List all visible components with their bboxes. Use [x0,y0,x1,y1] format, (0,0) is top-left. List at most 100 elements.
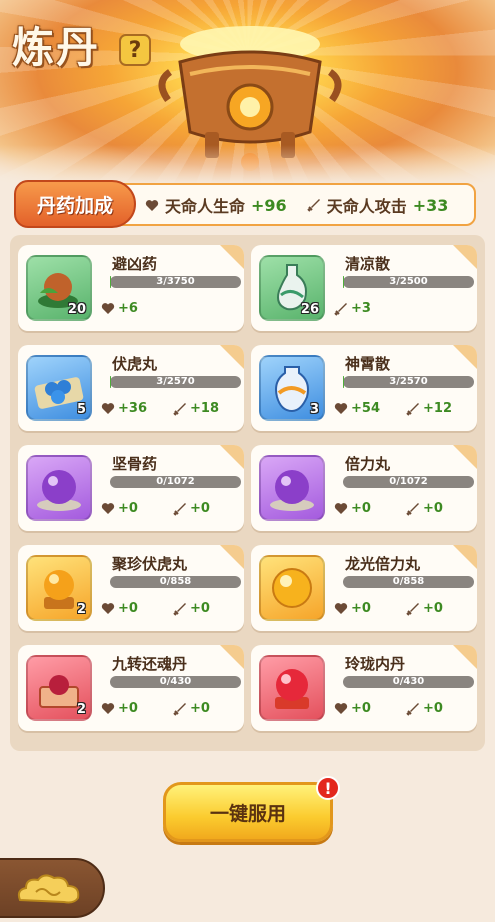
elixir-thumbnail: 20 [26,255,92,321]
hp-value: +0 [118,601,138,616]
sword-icon [406,702,419,716]
attack-value: +0 [190,701,210,716]
elixir-card[interactable]: 倍力丸 0/1072 +0 +0 [251,445,477,531]
elixir-card[interactable]: 坚骨药 0/1072 +0 +0 [18,445,244,531]
heart-icon [334,503,348,514]
elixir-card[interactable]: 26 清凉散 3/2500 +3 [251,245,477,331]
elixir-thumbnail: 5 [26,355,92,421]
hp-stat: +36 [101,401,147,416]
progress-text: 0/1072 [156,476,195,487]
progress-bar: 0/858 [343,576,474,588]
sword-icon [406,602,419,616]
elixir-thumbnail [259,455,325,521]
progress-bar: 0/1072 [343,476,474,488]
cloud-icon [17,874,80,904]
elixir-card[interactable]: 2 聚珍伏虎丸 0/858 +0 +0 [18,545,244,631]
elixir-name: 避凶药 [112,255,158,273]
elixir-name: 神霄散 [345,355,391,373]
progress-bar: 0/430 [110,676,241,688]
heart-icon [101,703,115,714]
elixir-stats: +0 +0 [334,501,474,519]
item-count: 2 [76,602,86,617]
elixir-stats: +6 [101,301,241,319]
cloud-menu-button[interactable] [0,858,105,918]
alert-badge: ! [316,776,340,800]
attack-stat: +0 [406,601,443,616]
elixir-stats: +0 +0 [334,601,474,619]
elixir-thumbnail: 3 [259,355,325,421]
sword-icon [173,502,186,516]
sword-icon [173,402,186,416]
page-title: 炼丹 [12,23,101,72]
elixir-thumbnail: 2 [26,555,92,621]
elixir-stats: +36 +18 [101,401,241,419]
attack-stat: +0 [173,701,210,716]
heart-icon [145,199,159,211]
progress-bar: 3/2570 [110,376,241,388]
elixir-thumbnail [259,555,325,621]
elixir-card[interactable]: 5 伏虎丸 3/2570 +36 +18 [18,345,244,431]
elixir-stats: +3 [334,301,474,319]
bonus-tag: 丹药加成 [14,180,136,228]
elixir-card[interactable]: 3 神霄散 3/2570 +54 +12 [251,345,477,431]
progress-bar: 3/2500 [343,276,474,288]
sword-icon [334,302,347,316]
elixir-card[interactable]: 玲珑内丹 0/430 +0 +0 [251,645,477,731]
progress-bar: 3/2570 [343,376,474,388]
attack-value: +0 [423,501,443,516]
elixir-name: 龙光倍力丸 [345,555,421,573]
hp-stat: +0 [101,501,138,516]
attack-stat: +0 [173,501,210,516]
red-orb-icon [275,669,309,709]
attack-value: +12 [423,401,452,416]
progress-text: 3/2570 [389,376,428,387]
elixir-card[interactable]: 龙光倍力丸 0/858 +0 +0 [251,545,477,631]
elixir-thumbnail [259,655,325,721]
attack-value: +3 [351,301,371,316]
elixir-card[interactable]: 2 九转还魂丹 0/430 +0 +0 [18,645,244,731]
elixir-card[interactable]: 20 避凶药 3/3750 +6 [18,245,244,331]
attack-value: +0 [190,501,210,516]
attack-stat: +3 [334,301,371,316]
heart-icon [101,603,115,614]
elixir-stats: +0 +0 [101,601,241,619]
help-button[interactable]: ? [119,34,151,66]
progress-bar: 0/1072 [110,476,241,488]
attack-stat: +0 [406,701,443,716]
item-count: 3 [309,402,319,417]
progress-text: 0/430 [159,676,192,687]
elixir-name: 伏虎丸 [112,355,158,373]
purple-orb-icon [270,470,314,511]
attack-stat: +12 [406,401,452,416]
elixir-name: 清凉散 [345,255,391,273]
sword-icon [173,602,186,616]
attack-value: +0 [190,601,210,616]
heart-icon [101,503,115,514]
hp-stat: +0 [334,501,371,516]
sword-icon [306,199,320,212]
item-count: 2 [76,702,86,717]
item-count: 5 [76,402,86,417]
use-all-button[interactable]: 一键服用 [163,782,333,842]
hp-value: +0 [118,501,138,516]
heart-icon [334,403,348,414]
elixir-name: 九转还魂丹 [112,655,188,673]
elixir-thumbnail: 2 [26,655,92,721]
sword-icon [406,402,419,416]
progress-text: 3/2570 [156,376,195,387]
progress-bar: 3/3750 [110,276,241,288]
item-count: 20 [67,302,86,317]
hp-stat: +0 [334,701,371,716]
attack-value: +18 [190,401,219,416]
hp-stat: +0 [334,601,371,616]
elixir-stats: +0 +0 [334,701,474,719]
hp-stat: +0 [101,601,138,616]
elixir-thumbnail [26,455,92,521]
elixir-stats: +54 +12 [334,401,474,419]
heart-icon [334,603,348,614]
bonus-atk-value: +33 [412,195,449,215]
progress-bar: 0/858 [110,576,241,588]
heart-icon [334,703,348,714]
progress-text: 0/858 [392,576,425,587]
bonus-atk-label: 天命人攻击 [326,197,407,216]
